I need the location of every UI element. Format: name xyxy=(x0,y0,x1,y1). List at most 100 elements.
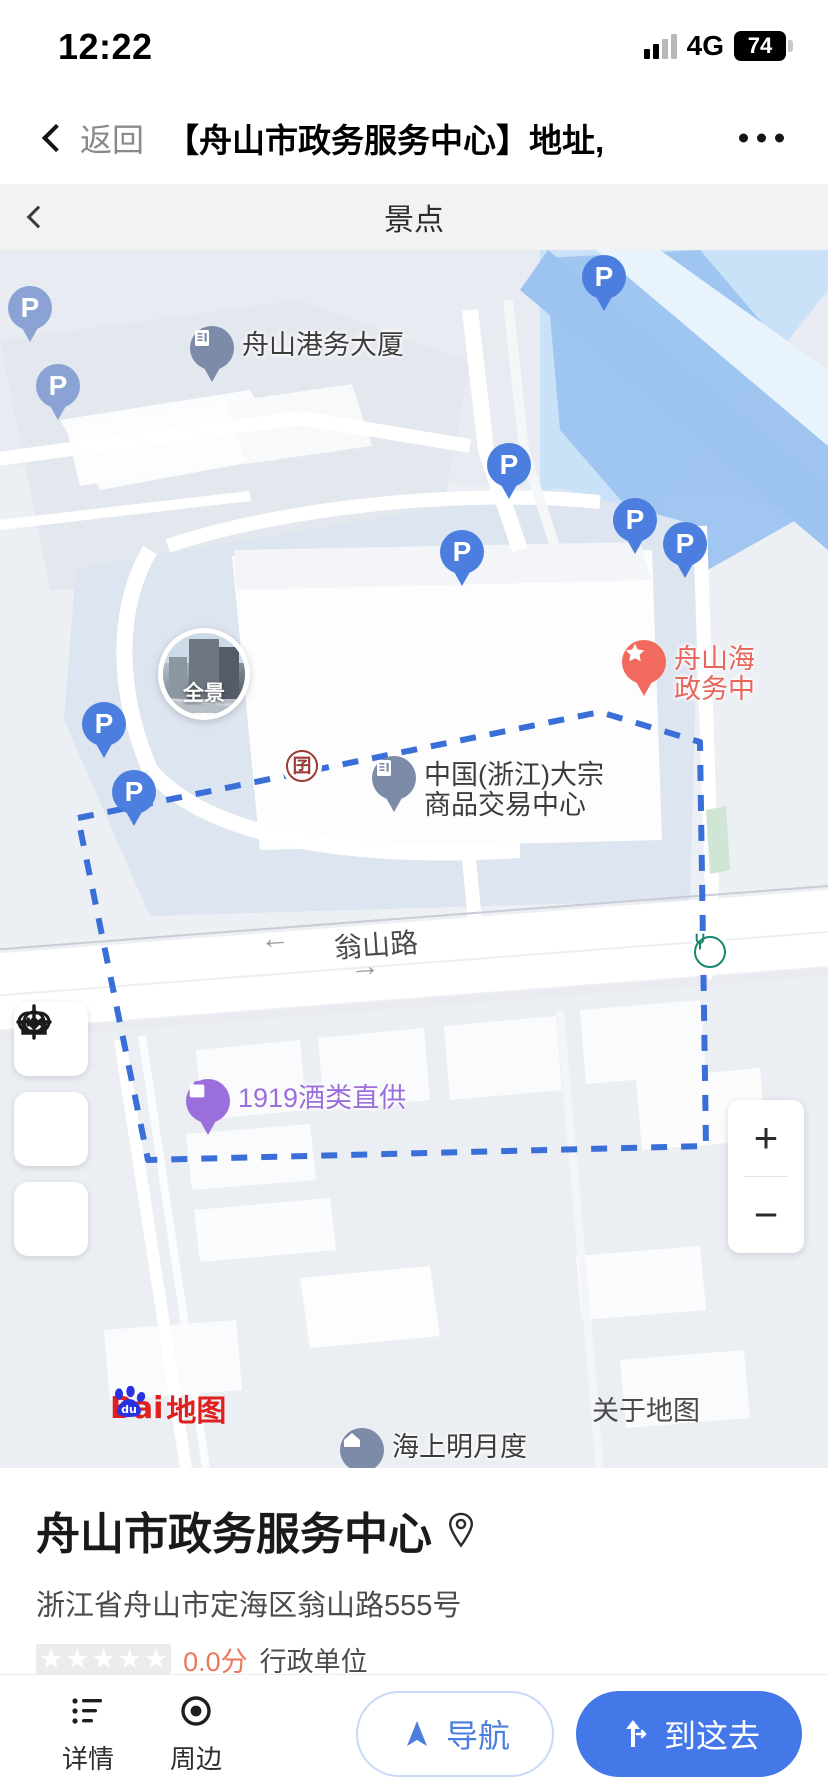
rating-stars: ★ ★ ★ ★ ★ xyxy=(36,1644,172,1675)
poi-label: 1919酒类直供 xyxy=(238,1083,407,1113)
zoom-in-button[interactable]: + xyxy=(728,1100,804,1176)
poi-label: 海上明月度 xyxy=(392,1432,527,1462)
building-glyph xyxy=(195,330,209,346)
sub-header-title: 景点 xyxy=(384,204,444,237)
star-icon: ★ xyxy=(117,1644,142,1674)
poi-zhoushan-gangwu-building[interactable]: 舟山港务大厦 xyxy=(190,326,404,370)
map-canvas[interactable]: P P P P P P P P P 舟山港务大厦 中国(浙江)大宗 商品交易中心… xyxy=(0,250,828,1468)
parking-marker[interactable]: P xyxy=(613,498,657,542)
bank-icon: 囝 xyxy=(286,750,318,782)
place-address: 浙江省舟山市定海区翁山路555号 xyxy=(36,1590,462,1622)
parking-pin-icon: P xyxy=(8,286,52,330)
place-name: 舟山市政务服务中心 xyxy=(36,1510,432,1559)
ev-charging-icon xyxy=(694,933,726,968)
locate-me-button[interactable] xyxy=(14,1004,88,1256)
star-pin-icon xyxy=(622,640,666,684)
phone-screen: 12:22 4G 74 返回 【舟山市政务服务中心】地址,... 景点 P P … xyxy=(0,0,828,1792)
home-pin-icon xyxy=(340,1428,384,1468)
star-glyph xyxy=(625,643,645,662)
page-title: 【舟山市政务服务中心】地址,... xyxy=(166,122,607,159)
panorama-bubble[interactable]: 全景 xyxy=(158,628,250,720)
parking-pin-icon: P xyxy=(663,522,707,566)
network-type-label: 4G xyxy=(686,30,724,61)
plug-glyph xyxy=(695,933,705,950)
navigate-button[interactable]: 导航 xyxy=(355,1690,554,1777)
parking-pin-icon: P xyxy=(487,443,531,487)
parking-pin-icon: P xyxy=(112,770,156,814)
route-arrow-icon xyxy=(625,1719,647,1747)
parking-marker[interactable]: P xyxy=(440,530,484,574)
baidu-logo-du: du xyxy=(121,1403,137,1416)
poi-1919-liquor-store[interactable]: 1919酒类直供 xyxy=(186,1079,406,1123)
home-glyph xyxy=(344,1433,360,1447)
navigation-arrow-icon xyxy=(406,1720,427,1746)
back-button[interactable]: 返回 xyxy=(41,115,145,161)
status-time: 12:22 xyxy=(58,26,153,67)
bank-marker[interactable]: 囝 xyxy=(282,746,322,786)
navigate-button-label: 导航 xyxy=(445,1717,510,1754)
zoom-out-button[interactable]: − xyxy=(728,1177,804,1253)
bottom-primary-actions: 导航 到这去 xyxy=(355,1690,802,1777)
poi-label-multiline: 中国(浙江)大宗 商品交易中心 xyxy=(424,760,604,820)
ev-charging-marker[interactable] xyxy=(690,932,730,972)
road-direction-arrow-left: ← xyxy=(258,920,292,957)
map-controls-left xyxy=(14,1002,88,1272)
parking-pin-icon: P xyxy=(582,255,626,299)
poi-label-line2: 商品交易中心 xyxy=(424,790,586,821)
go-here-button-label: 到这去 xyxy=(663,1717,760,1754)
poi-label: 舟山港务大厦 xyxy=(242,330,404,360)
save-offline-button[interactable] xyxy=(14,1008,88,1166)
parking-marker[interactable]: P xyxy=(487,443,531,487)
panorama-label: 全景 xyxy=(183,682,225,705)
sub-header-back-icon[interactable] xyxy=(26,205,50,229)
bottom-item-label: 周边 xyxy=(169,1744,222,1774)
poi-label-line2: 政务中 xyxy=(674,674,755,705)
baidu-logo-ditu: 地图 xyxy=(166,1394,227,1429)
battery-icon: 74 xyxy=(734,31,793,61)
status-bar: 12:22 4G 74 xyxy=(0,0,828,92)
parking-marker[interactable]: P xyxy=(36,364,80,408)
bottom-item-label: 详情 xyxy=(61,1744,114,1774)
parking-pin-icon: P xyxy=(36,364,80,408)
poi-label-line1: 中国(浙江)大宗 xyxy=(424,760,604,790)
bottom-item-details[interactable]: 详情 xyxy=(34,1691,142,1776)
place-title-row: 舟山市政务服务中心 xyxy=(36,1498,792,1562)
go-here-button[interactable]: 到这去 xyxy=(575,1690,802,1777)
building-glyph xyxy=(377,760,391,776)
parking-marker[interactable]: P xyxy=(82,702,126,746)
star-icon: ★ xyxy=(39,1644,64,1674)
crosshair-icon xyxy=(16,1004,52,1040)
map-vector-layer xyxy=(0,250,828,1468)
building-pin-icon xyxy=(190,326,234,370)
parking-marker[interactable]: P xyxy=(663,522,707,566)
shop-pin-icon xyxy=(186,1079,230,1123)
back-button-label: 返回 xyxy=(80,122,145,158)
sub-header: 景点 xyxy=(0,184,828,250)
parking-marker[interactable]: P xyxy=(8,286,52,330)
chevron-left-icon xyxy=(41,123,71,153)
bag-glyph xyxy=(189,1080,205,1098)
more-dots-icon[interactable] xyxy=(739,133,784,143)
poi-haishang-mingyue[interactable]: 海上明月度 xyxy=(340,1428,527,1468)
poi-label-multiline: 舟山海 政务中 xyxy=(674,644,755,704)
battery-level-label: 74 xyxy=(747,33,773,58)
about-map-link[interactable]: 关于地图 xyxy=(592,1389,700,1428)
nearby-icon xyxy=(181,1696,211,1726)
star-icon: ★ xyxy=(65,1644,90,1674)
poi-label-line1: 舟山海 xyxy=(674,644,755,674)
poi-zhoushan-marine-affairs-center[interactable]: 舟山海 政务中 xyxy=(622,640,755,704)
bottom-action-bar: 详情 周边 导航 到这去 xyxy=(0,1674,828,1792)
building-pin-icon xyxy=(372,756,416,800)
parking-marker[interactable]: P xyxy=(112,770,156,814)
status-indicators: 4G 74 xyxy=(643,26,793,66)
location-pin-icon[interactable] xyxy=(446,1512,476,1548)
bottom-item-nearby[interactable]: 周边 xyxy=(142,1691,250,1776)
poi-china-zhejiang-commodity-center[interactable]: 中国(浙江)大宗 商品交易中心 xyxy=(372,756,604,820)
parking-pin-icon: P xyxy=(440,530,484,574)
parking-pin-icon: P xyxy=(613,498,657,542)
parking-marker[interactable]: P xyxy=(582,255,626,299)
signal-bars-icon xyxy=(643,33,677,59)
baidu-map-logo: Bai du 地图 xyxy=(110,1386,226,1430)
road-direction-arrow-right: → xyxy=(348,948,382,985)
parking-pin-icon: P xyxy=(82,702,126,746)
